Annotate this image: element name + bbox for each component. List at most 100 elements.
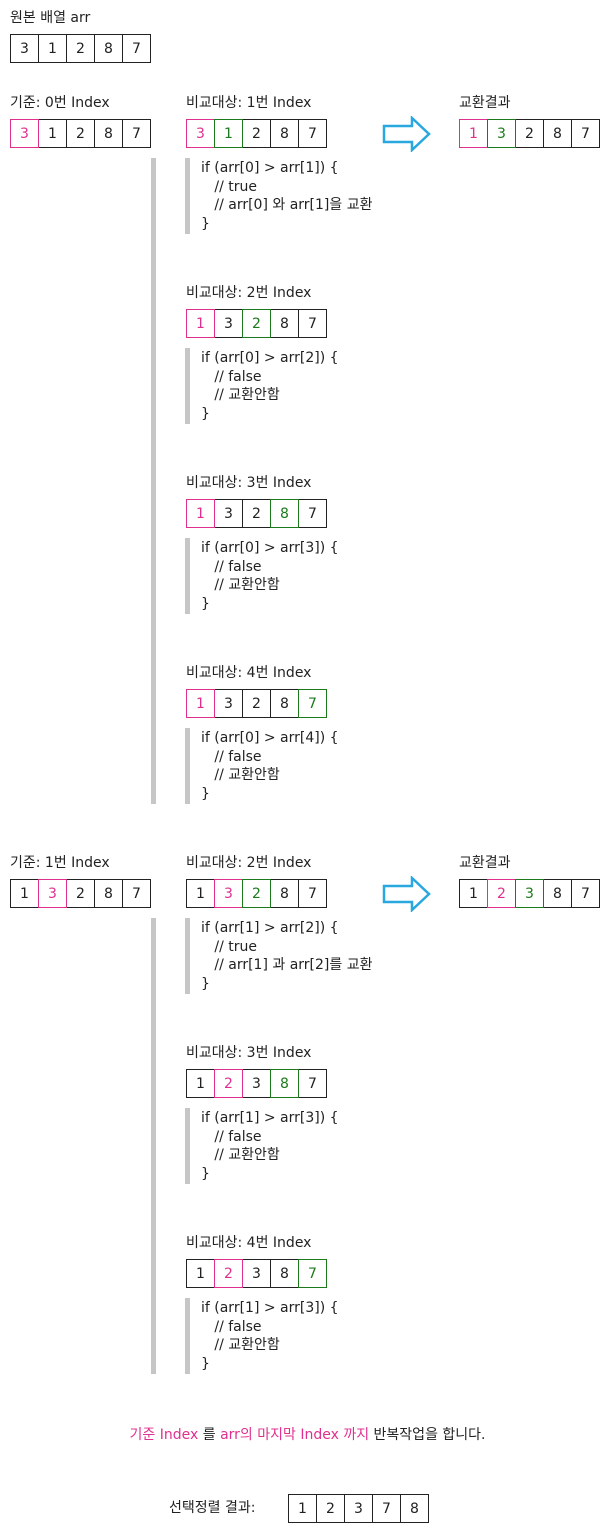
- array-cell: 2: [242, 309, 271, 338]
- code-line: if (arr[0] > arr[2]) {: [201, 350, 339, 366]
- array-cell: 7: [571, 119, 600, 148]
- pass0-base-array: 3 1 2 8 7: [10, 119, 151, 148]
- array-cell: 3: [242, 1259, 271, 1288]
- array-cell: 7: [571, 879, 600, 908]
- array-cell: 2: [214, 1259, 243, 1288]
- pass0-compare3-code: if (arr[0] > arr[3]) { // false // 교환안함}: [201, 539, 339, 613]
- array-cell: 2: [515, 119, 544, 148]
- array-cell: 2: [316, 1494, 345, 1523]
- array-cell: 1: [186, 689, 215, 718]
- note-highlight: 기준 Index: [129, 1427, 199, 1443]
- array-cell: 3: [344, 1494, 373, 1523]
- array-cell: 1: [186, 1069, 215, 1098]
- array-cell: 1: [288, 1494, 317, 1523]
- code-line: // false: [201, 748, 262, 765]
- array-cell: 1: [459, 119, 488, 148]
- code-line: if (arr[1] > arr[3]) {: [201, 1300, 339, 1316]
- array-cell: 1: [186, 879, 215, 908]
- code-line: // 교환안함: [201, 387, 280, 403]
- code-block-bar: [185, 158, 190, 234]
- right-arrow-icon: [382, 876, 431, 912]
- array-cell: 2: [242, 689, 271, 718]
- code-line: if (arr[1] > arr[3]) {: [201, 1110, 339, 1126]
- code-line: }: [201, 1165, 210, 1182]
- pass0-result-array: 1 3 2 8 7: [459, 119, 600, 148]
- array-cell: 1: [38, 34, 67, 63]
- pass1-base-label: 기준: 1번 Index: [10, 855, 110, 871]
- pass0-result-label: 교환결과: [459, 95, 511, 111]
- array-cell: 7: [298, 119, 327, 148]
- pass0-compare1-code: if (arr[0] > arr[1]) { // true // arr[0]…: [201, 159, 372, 233]
- pass1-compare3-code: if (arr[1] > arr[3]) { // false // 교환안함}: [201, 1299, 339, 1373]
- pass0-compare4-code: if (arr[0] > arr[4]) { // false // 교환안함}: [201, 729, 339, 803]
- array-cell: 7: [298, 689, 327, 718]
- code-block-bar: [185, 348, 190, 424]
- array-cell: 8: [270, 119, 299, 148]
- pass0-base-label: 기준: 0번 Index: [10, 95, 110, 111]
- code-line: }: [201, 405, 210, 422]
- array-cell: 7: [122, 119, 151, 148]
- array-cell: 2: [66, 879, 95, 908]
- array-cell: 2: [242, 879, 271, 908]
- code-line: }: [201, 595, 210, 612]
- code-line: }: [201, 785, 210, 802]
- code-block-bar: [185, 1108, 190, 1184]
- array-cell: 8: [543, 119, 572, 148]
- array-cell: 3: [515, 879, 544, 908]
- code-line: }: [201, 1355, 210, 1372]
- code-line: // 교환안함: [201, 767, 280, 783]
- code-block-bar: [185, 538, 190, 614]
- pass1-result-array: 1 2 3 8 7: [459, 879, 600, 908]
- array-cell: 2: [214, 1069, 243, 1098]
- array-cell: 3: [214, 689, 243, 718]
- code-line: // true: [201, 938, 257, 955]
- pass0-compare4-label: 비교대상: 4번 Index: [186, 665, 312, 681]
- final-result-array: 1 2 3 7 8: [288, 1494, 429, 1523]
- code-line: // arr[0] 와 arr[1]을 교환: [201, 197, 373, 213]
- array-cell: 7: [122, 34, 151, 63]
- array-cell: 8: [270, 309, 299, 338]
- pass0-compare2-label: 비교대상: 2번 Index: [186, 285, 312, 301]
- pass1-compare3-label: 비교대상: 4번 Index: [186, 1235, 312, 1251]
- code-block-bar: [185, 1298, 190, 1374]
- array-cell: 7: [298, 879, 327, 908]
- final-result-label: 선택정렬 결과:: [169, 1500, 256, 1516]
- array-cell: 7: [298, 499, 327, 528]
- array-cell: 3: [214, 879, 243, 908]
- array-cell: 1: [38, 119, 67, 148]
- array-cell: 8: [270, 879, 299, 908]
- pass1-result-label: 교환결과: [459, 855, 511, 871]
- array-cell: 8: [270, 1069, 299, 1098]
- array-cell: 2: [242, 119, 271, 148]
- array-cell: 8: [94, 879, 123, 908]
- array-cell: 1: [186, 1259, 215, 1288]
- code-line: if (arr[0] > arr[3]) {: [201, 540, 339, 556]
- pass0-compare1-label: 비교대상: 1번 Index: [186, 95, 312, 111]
- code-line: }: [201, 975, 210, 992]
- array-cell: 1: [186, 309, 215, 338]
- array-cell: 8: [94, 119, 123, 148]
- original-array: 3 1 2 8 7: [10, 34, 151, 63]
- array-cell: 8: [270, 689, 299, 718]
- array-cell: 8: [400, 1494, 429, 1523]
- array-cell: 8: [270, 499, 299, 528]
- array-cell: 1: [10, 879, 39, 908]
- array-cell: 3: [10, 119, 39, 148]
- array-cell: 3: [487, 119, 516, 148]
- pass0-compare1-array: 3 1 2 8 7: [186, 119, 327, 148]
- array-cell: 8: [94, 34, 123, 63]
- code-line: // true: [201, 178, 257, 195]
- code-line: // false: [201, 558, 262, 575]
- code-line: // false: [201, 368, 262, 385]
- code-line: // 교환안함: [201, 1147, 280, 1163]
- code-line: if (arr[0] > arr[1]) {: [201, 160, 339, 176]
- array-cell: 7: [298, 1069, 327, 1098]
- array-cell: 3: [186, 119, 215, 148]
- array-cell: 7: [298, 1259, 327, 1288]
- array-cell: 3: [214, 499, 243, 528]
- pass1-loop-bar: [151, 918, 156, 1374]
- array-cell: 1: [214, 119, 243, 148]
- pass1-compare1-array: 1 3 2 8 7: [186, 879, 327, 908]
- array-cell: 8: [270, 1259, 299, 1288]
- code-line: if (arr[0] > arr[4]) {: [201, 730, 339, 746]
